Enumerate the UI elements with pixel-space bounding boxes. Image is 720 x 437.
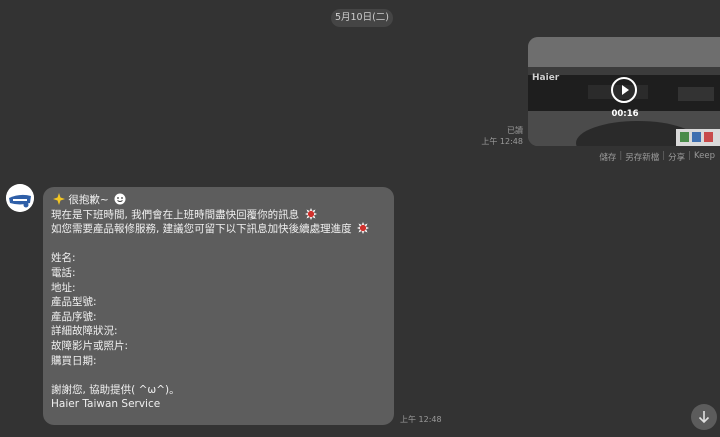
divider: | (688, 151, 691, 161)
avatar-icon (6, 184, 34, 212)
save-as-button[interactable]: 另存新檔 (625, 151, 659, 163)
scroll-to-bottom-button[interactable] (691, 404, 717, 430)
message-bubble[interactable]: 很抱歉~ 現在是下班時間, 我們會在上班時間盡快回覆你的訊息 如您需要產品報修服… (43, 187, 394, 425)
keep-button[interactable]: Keep (694, 151, 715, 163)
share-button[interactable]: 分享 (668, 151, 685, 163)
video-actions: 儲存 | 另存新檔 | 分享 | Keep (599, 151, 715, 163)
avatar[interactable] (6, 184, 34, 212)
exclamation-burst-icon (304, 207, 317, 220)
message-text-2: 如您需要產品報修服務, 建議您可留下以下訊息加快後續處理進度 (51, 223, 352, 236)
form-field: 購買日期: (51, 354, 97, 367)
sent-timestamp: 上午 12:48 (481, 137, 523, 146)
message-line-2: 如您需要產品報修服務, 建議您可留下以下訊息加快後續處理進度 (51, 222, 386, 237)
form-field: 產品序號: (51, 310, 97, 323)
received-timestamp: 上午 12:48 (400, 415, 442, 424)
message-text-1: 現在是下班時間, 我們會在上班時間盡快回覆你的訊息 (51, 208, 300, 221)
form-field: 故障影片或照片: (51, 339, 129, 352)
greeting-text: 很抱歉~ (68, 194, 109, 206)
video-duration: 00:16 (611, 109, 639, 119)
read-receipt: 已讀 (507, 126, 523, 135)
form-field: 姓名: (51, 252, 76, 265)
form-field: 詳細故障狀況: (51, 325, 118, 338)
form-field: 地址: (51, 281, 76, 294)
play-icon[interactable] (611, 77, 637, 103)
smiley-face-icon (114, 193, 126, 205)
greeting-line: 很抱歉~ (51, 193, 386, 208)
exclamation-burst-icon (357, 222, 370, 235)
form-field: 產品型號: (51, 296, 97, 309)
divider: | (662, 151, 666, 161)
message-line-1: 現在是下班時間, 我們會在上班時間盡快回覆你的訊息 (51, 207, 386, 223)
thanks-line: 謝謝您, 協助提供( ^ω^)。 (51, 383, 180, 396)
sparkles-icon (53, 193, 65, 205)
form-field: 電話: (51, 266, 76, 279)
divider: | (619, 151, 623, 161)
save-button[interactable]: 儲存 (599, 151, 616, 163)
arrow-down-icon (698, 411, 710, 424)
signature-line: Haier Taiwan Service (51, 398, 161, 411)
video-brand-text: Haier (532, 73, 560, 83)
date-separator: 5月10日(二) (331, 9, 393, 27)
